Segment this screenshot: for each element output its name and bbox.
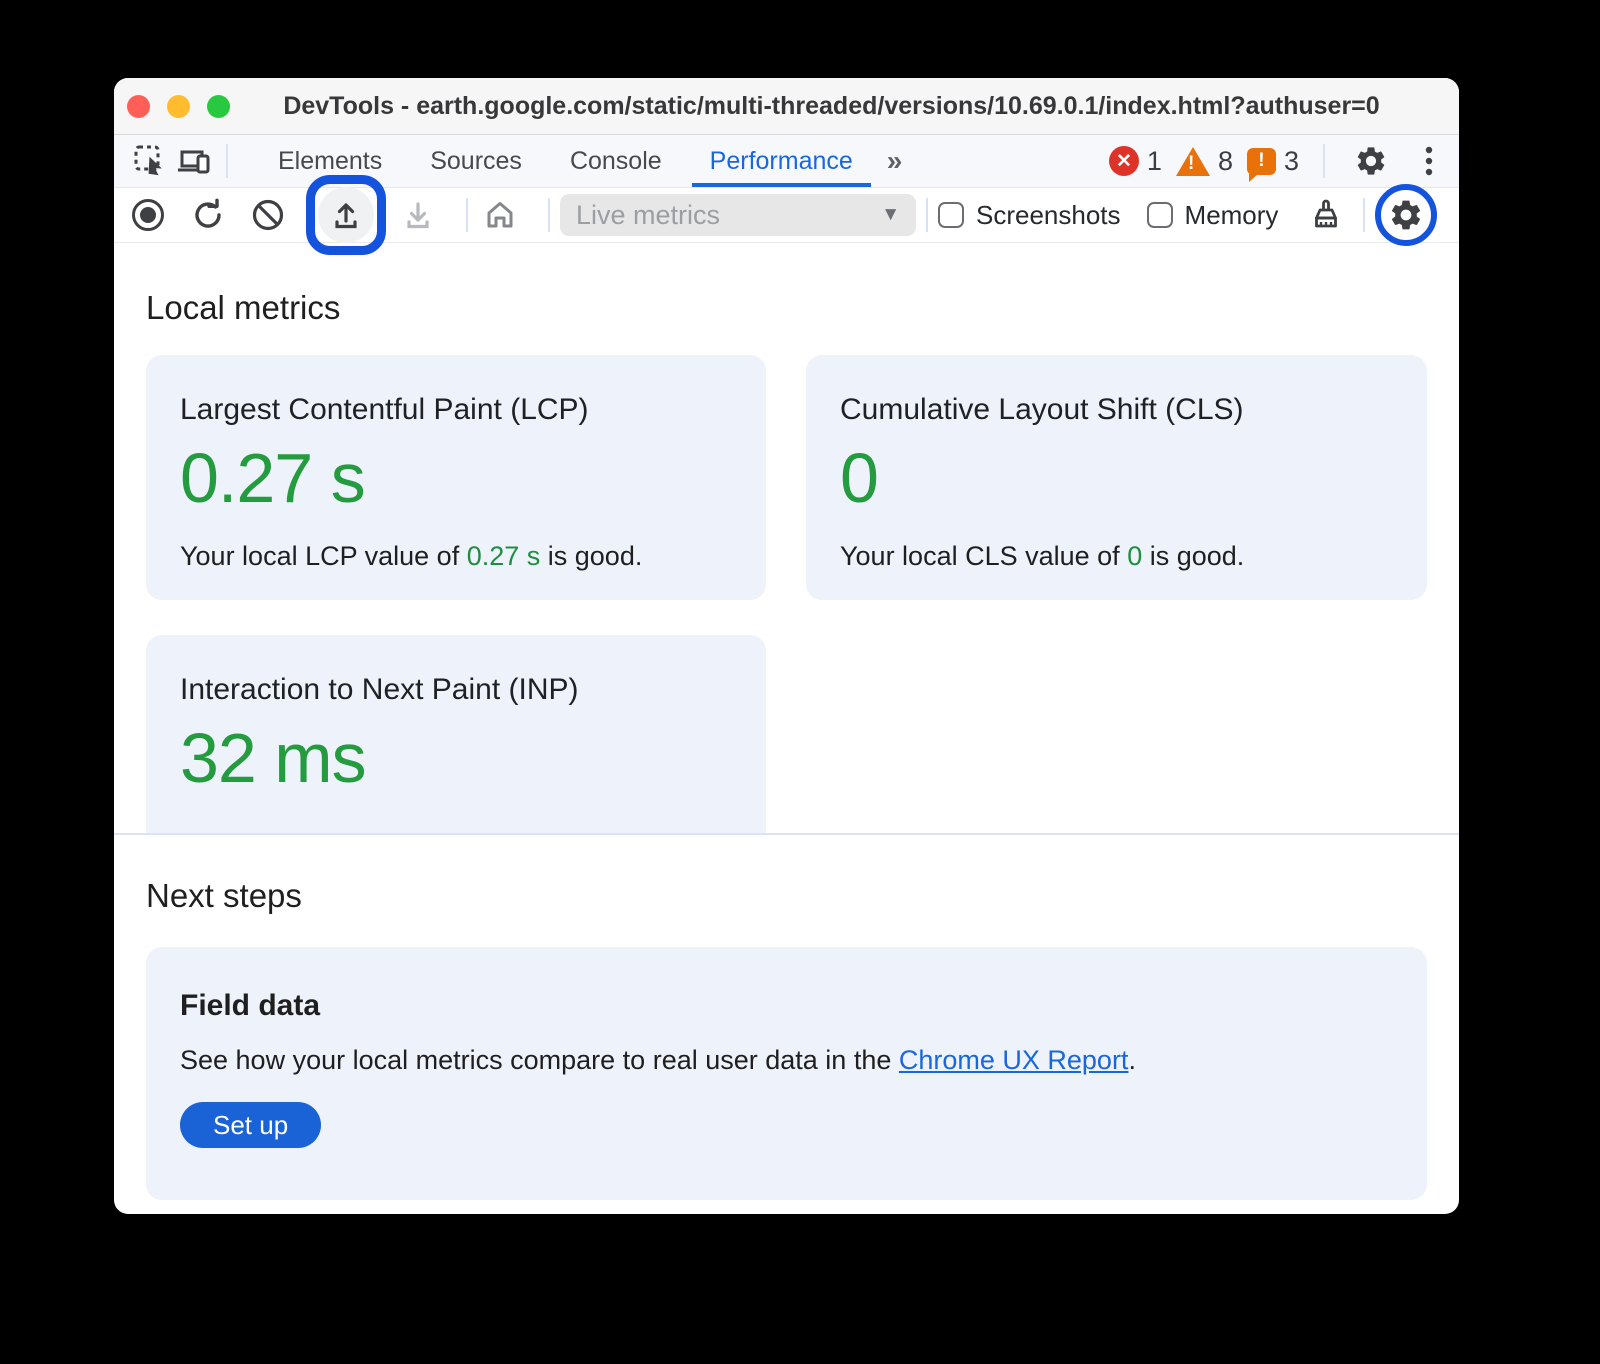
download-icon — [402, 199, 434, 231]
more-tabs-button[interactable]: » — [887, 145, 899, 177]
cls-description: Your local CLS value of 0 is good. — [840, 541, 1393, 572]
devtools-menu-button[interactable] — [1407, 139, 1451, 183]
issue-count: 3 — [1284, 146, 1299, 177]
toggle-device-toolbar-button[interactable] — [172, 139, 216, 183]
issue-icon: ! — [1247, 148, 1276, 175]
issues-badge[interactable]: ! 3 — [1247, 146, 1299, 177]
cls-value: 0 — [840, 443, 1393, 513]
field-data-card: Field data See how your local metrics co… — [146, 947, 1427, 1200]
capture-settings-button[interactable] — [1388, 197, 1424, 233]
record-button[interactable] — [126, 193, 170, 237]
screenshots-checkbox[interactable] — [938, 202, 964, 228]
chrome-ux-report-link[interactable]: Chrome UX Report — [899, 1045, 1129, 1075]
memory-label: Memory — [1185, 200, 1279, 231]
screenshots-toggle[interactable]: Screenshots — [938, 200, 1121, 231]
memory-toggle[interactable]: Memory — [1147, 200, 1279, 231]
inspect-icon — [133, 144, 167, 178]
home-icon — [483, 198, 517, 232]
back-home-button[interactable] — [478, 193, 522, 237]
divider — [466, 198, 468, 232]
lcp-inline-value: 0.27 s — [467, 541, 541, 571]
inp-title: Interaction to Next Paint (INP) — [180, 673, 732, 707]
warnings-badge[interactable]: ! 8 — [1176, 146, 1233, 177]
devtools-settings-button[interactable] — [1349, 139, 1393, 183]
error-count: 1 — [1147, 146, 1162, 177]
device-toolbar-icon — [176, 144, 212, 178]
titlebar: DevTools - earth.google.com/static/multi… — [114, 78, 1459, 135]
lcp-card: Largest Contentful Paint (LCP) 0.27 s Yo… — [146, 355, 766, 600]
block-icon — [251, 198, 285, 232]
reload-icon — [191, 198, 225, 232]
upload-icon — [330, 199, 362, 231]
zoom-window-button[interactable] — [207, 95, 230, 118]
upload-annotation-highlight — [306, 175, 386, 255]
performance-toolbar: Live metrics ▼ Screenshots Memory — [114, 188, 1459, 243]
load-profile-button[interactable] — [318, 187, 374, 243]
divider — [226, 144, 228, 178]
traffic-lights — [127, 95, 230, 118]
warning-icon: ! — [1176, 147, 1210, 176]
memory-checkbox[interactable] — [1147, 202, 1173, 228]
window-title: DevTools - earth.google.com/static/multi… — [114, 92, 1459, 121]
cls-card: Cumulative Layout Shift (CLS) 0 Your loc… — [806, 355, 1427, 600]
tab-sources[interactable]: Sources — [406, 135, 546, 187]
tab-performance[interactable]: Performance — [686, 135, 877, 187]
history-select-value: Live metrics — [576, 200, 720, 231]
devtools-window: DevTools - earth.google.com/static/multi… — [114, 78, 1459, 1214]
tab-console[interactable]: Console — [546, 135, 686, 187]
divider — [548, 198, 550, 232]
gear-icon — [1354, 144, 1388, 178]
minimize-window-button[interactable] — [167, 95, 190, 118]
cls-title: Cumulative Layout Shift (CLS) — [840, 393, 1393, 427]
record-icon — [132, 199, 164, 231]
error-icon: ✕ — [1109, 146, 1139, 176]
warning-count: 8 — [1218, 146, 1233, 177]
next-steps-heading: Next steps — [146, 835, 1427, 915]
divider — [1363, 198, 1365, 232]
record-and-reload-button[interactable] — [186, 193, 230, 237]
select-arrow-icon: ▼ — [881, 204, 900, 226]
lcp-title: Largest Contentful Paint (LCP) — [180, 393, 732, 427]
inp-card: Interaction to Next Paint (INP) 32 ms — [146, 635, 766, 833]
gear-icon — [1388, 197, 1424, 233]
errors-badge[interactable]: ✕ 1 — [1109, 146, 1162, 177]
clear-button[interactable] — [246, 193, 290, 237]
screenshots-label: Screenshots — [976, 200, 1121, 231]
field-data-description: See how your local metrics compare to re… — [180, 1045, 1393, 1076]
inp-value: 32 ms — [180, 723, 732, 793]
local-metrics-heading: Local metrics — [146, 243, 1427, 327]
settings-annotation-highlight — [1375, 184, 1437, 246]
history-select[interactable]: Live metrics ▼ — [560, 194, 916, 236]
kebab-menu-icon — [1425, 145, 1433, 177]
cls-inline-value: 0 — [1127, 541, 1142, 571]
save-profile-button[interactable] — [396, 193, 440, 237]
lcp-value: 0.27 s — [180, 443, 732, 513]
set-up-button[interactable]: Set up — [180, 1102, 321, 1148]
divider — [1323, 144, 1325, 178]
collect-garbage-button[interactable] — [1304, 193, 1348, 237]
lcp-description: Your local LCP value of 0.27 s is good. — [180, 541, 732, 572]
inspect-element-button[interactable] — [128, 139, 172, 183]
divider — [926, 198, 928, 232]
field-data-title: Field data — [180, 989, 1393, 1023]
garbage-brush-icon — [1309, 198, 1343, 232]
close-window-button[interactable] — [127, 95, 150, 118]
live-metrics-view: Local metrics Largest Contentful Paint (… — [114, 243, 1459, 1200]
